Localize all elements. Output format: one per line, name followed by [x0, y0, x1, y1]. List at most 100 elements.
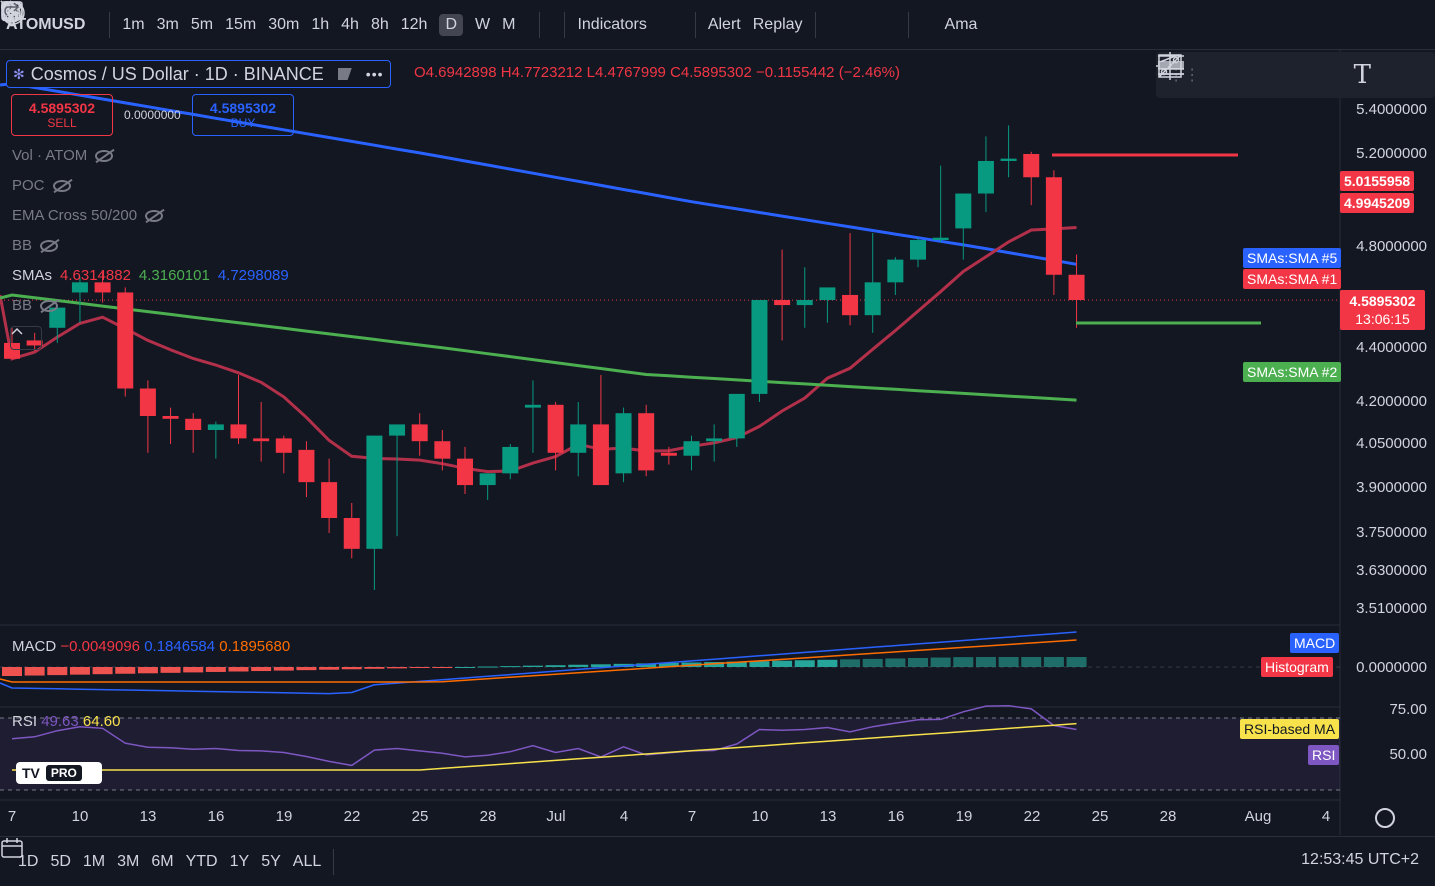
range-6m[interactable]: 6M	[145, 853, 179, 871]
price-tag-high2: 4.9945209	[1340, 193, 1415, 213]
candle-body	[660, 452, 677, 456]
macd-histogram-bar	[183, 667, 204, 673]
range-5y[interactable]: 5Y	[255, 853, 287, 871]
text-icon[interactable]: T	[1347, 60, 1377, 90]
legend-title: Cosmos / US Dollar · 1D · BINANCE	[30, 63, 324, 84]
divider	[539, 11, 541, 38]
indicators-dropdown[interactable]	[0, 0, 665, 42]
symbol-legend[interactable]: ✻ Cosmos / US Dollar · 1D · BINANCE •••	[6, 60, 391, 88]
range-3m[interactable]: 3M	[111, 853, 145, 871]
eye-hidden-icon[interactable]	[40, 239, 59, 252]
candle-body	[253, 438, 270, 442]
templates-button[interactable]: T	[1, 1, 689, 42]
timeframe-w[interactable]: W	[469, 8, 496, 42]
indicator-poc[interactable]: POC	[12, 177, 71, 194]
timeframe-dropdown[interactable]	[0, 0, 533, 42]
layouts-button[interactable]	[1, 1, 677, 42]
measure-icon[interactable]	[1156, 52, 1333, 90]
timeframe-label: 1h	[311, 15, 330, 33]
timeframe-1m[interactable]: 1m	[116, 8, 150, 42]
macd-histogram-bar	[205, 667, 226, 672]
candle-body	[638, 413, 655, 471]
replay-button[interactable]: Replay	[1, 1, 809, 42]
timeframe-1h[interactable]: 1h	[305, 8, 335, 42]
redo-button[interactable]	[4, 2, 878, 42]
macd-histogram-bar	[477, 666, 498, 668]
chart-area[interactable]	[0, 50, 1435, 836]
trend-lines-icon[interactable]	[1158, 54, 1244, 90]
rsi-ma-tag: RSI-based MA	[1240, 719, 1340, 739]
tradingview-logo[interactable]: TV PRO	[16, 762, 102, 784]
divider	[694, 11, 696, 38]
indicator-bb[interactable]: BB	[12, 237, 59, 254]
account-label[interactable]: Ama	[939, 8, 984, 42]
brush-icon[interactable]	[1158, 54, 1422, 90]
timeframe-5m[interactable]: 5m	[185, 8, 219, 42]
timeframe-8h[interactable]: 8h	[365, 8, 395, 42]
timeframe-4h[interactable]: 4h	[335, 8, 365, 42]
timeframe-3m[interactable]: 3m	[151, 8, 185, 42]
candle-body	[842, 294, 859, 316]
price-tick-label: 5.2000000	[1356, 145, 1427, 162]
timeframe-12h[interactable]: 12h	[395, 8, 434, 42]
sma1-tag: SMAs:SMA #1	[1243, 269, 1342, 289]
alert-button[interactable]: Alert	[2, 1, 747, 42]
fullscreen-button[interactable]	[1, 1, 939, 42]
chart-canvas[interactable]	[0, 50, 1435, 836]
chart-type-button[interactable]	[3, 2, 558, 42]
macd-histogram-bar	[1066, 657, 1087, 667]
add-symbol-button[interactable]	[1, 1, 103, 42]
buy-button[interactable]: 4.5895302 BUY	[192, 94, 294, 136]
timeframe-label: W	[475, 15, 491, 33]
histogram-tag: Histogram	[1261, 657, 1333, 677]
tv-logo-icon: TV	[22, 765, 40, 781]
timeframe-label: 1m	[122, 15, 145, 33]
eye-hidden-icon[interactable]	[40, 299, 59, 312]
macd-legend[interactable]: MACD −0.0049096 0.1846584 0.1895680	[12, 638, 290, 655]
buy-label: BUY	[230, 116, 256, 130]
indicator-ema[interactable]: EMA Cross 50/200	[12, 207, 164, 224]
timeframe-15m[interactable]: 15m	[219, 8, 262, 42]
macd-histogram-bar	[2, 667, 22, 676]
candle-body	[434, 441, 451, 459]
macd-histogram-bar	[319, 667, 340, 670]
range-5d[interactable]: 5D	[44, 853, 76, 871]
candle-body	[796, 300, 813, 306]
macd-histogram-bar	[862, 658, 883, 667]
flag-icon[interactable]	[337, 68, 352, 80]
collapse-legend-button[interactable]	[10, 326, 42, 350]
pro-badge: PRO	[45, 765, 82, 781]
macd-histogram-bar	[1043, 657, 1064, 667]
range-1m[interactable]: 1M	[77, 853, 111, 871]
eye-hidden-icon[interactable]	[52, 179, 71, 192]
range-ytd[interactable]: YTD	[180, 853, 224, 871]
time-tick-label: Aug	[1244, 808, 1272, 825]
more-icon[interactable]: •••	[366, 66, 384, 82]
eye-hidden-icon[interactable]	[95, 149, 114, 162]
indicator-bb2[interactable]: BB	[12, 297, 59, 314]
indicator-vol[interactable]: Vol · ATOM	[12, 147, 114, 164]
range-1y[interactable]: 1Y	[224, 853, 256, 871]
undo-button[interactable]	[0, 2, 850, 42]
candle-body	[706, 438, 723, 442]
indicator-smas[interactable]: SMAs 4.6314882 4.3160101 4.7298089	[12, 267, 289, 284]
timeframe-m[interactable]: M	[496, 8, 521, 42]
rsi-legend[interactable]: RSI 49.63 64.60	[12, 713, 120, 730]
timeframe-d[interactable]: D	[433, 8, 469, 42]
range-all[interactable]: ALL	[287, 853, 327, 871]
macd-line-value: 0.1846584	[144, 638, 216, 655]
divider	[333, 848, 335, 875]
fib-lines-icon[interactable]	[1158, 55, 1288, 90]
candle-body	[343, 518, 360, 549]
eye-hidden-icon[interactable]	[145, 209, 164, 222]
candle-body	[1000, 158, 1017, 161]
timeframe-30m[interactable]: 30m	[262, 8, 305, 42]
sell-button[interactable]: 4.5895302 SELL	[11, 94, 113, 136]
macd-histogram-bar	[115, 667, 136, 674]
clock[interactable]: 12:53:45 UTC+2	[1301, 851, 1419, 869]
macd-histogram-bar	[296, 667, 317, 671]
time-axis[interactable]: 7 10 13 16 19 22 25 28 Jul 4 7 10 13 16 19 22 25 28 Aug 4	[0, 806, 1340, 830]
gear-icon[interactable]	[1375, 808, 1395, 828]
indicators-button[interactable]: Indicators	[1, 3, 652, 42]
indicator-bb-label: BB	[12, 237, 33, 254]
